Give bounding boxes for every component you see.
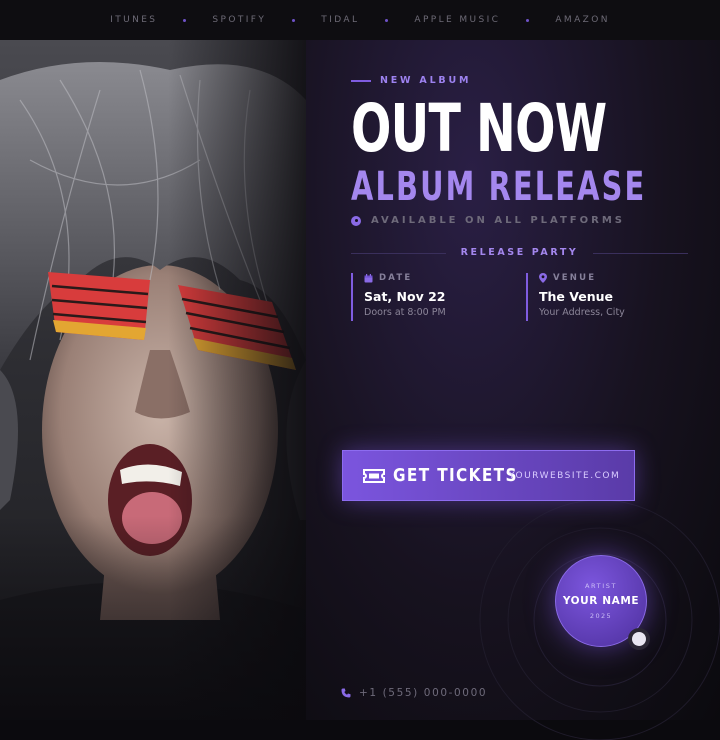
artist-label: ARTIST bbox=[584, 582, 618, 590]
badge-knob bbox=[628, 628, 650, 650]
doors-time: Doors at 8:00 PM bbox=[364, 307, 446, 318]
contact-phone[interactable]: +1 (555) 000-0000 bbox=[341, 687, 487, 699]
ticket-icon bbox=[363, 468, 385, 483]
nav-separator-dot bbox=[292, 18, 296, 22]
photo-fade-overlay bbox=[0, 40, 306, 720]
eyebrow: NEW ALBUM bbox=[351, 75, 471, 86]
website-url: YOURWEBSITE.COM bbox=[509, 471, 621, 481]
venue-name: The Venue bbox=[539, 289, 613, 304]
hero-title: OUT NOW bbox=[351, 90, 607, 167]
nav-link-amazon[interactable]: AMAZON bbox=[555, 15, 609, 25]
disc-icon bbox=[351, 215, 361, 226]
platforms-line: AVAILABLE ON ALL PLATFORMS bbox=[351, 215, 625, 226]
divider-rule-right bbox=[593, 253, 688, 254]
date-block: DATE Sat, Nov 22 Doors at 8:00 PM bbox=[351, 273, 446, 321]
nav-separator-dot bbox=[385, 18, 389, 22]
eyebrow-line bbox=[351, 79, 371, 82]
map-pin-icon bbox=[539, 273, 547, 283]
release-party-divider: RELEASE PARTY bbox=[351, 247, 688, 259]
platform-nav: ITUNES SPOTIFY TIDAL APPLE MUSIC AMAZON bbox=[0, 0, 720, 41]
venue-block: VENUE The Venue Your Address, City bbox=[526, 273, 625, 321]
venue-address: Your Address, City bbox=[539, 307, 625, 318]
nav-link-tidal[interactable]: TIDAL bbox=[321, 15, 359, 25]
date-label: DATE bbox=[379, 273, 413, 283]
artist-photo bbox=[0, 40, 306, 720]
artist-year: 2025 bbox=[589, 612, 613, 620]
nav-separator-dot bbox=[526, 18, 530, 22]
date-value: Sat, Nov 22 bbox=[364, 289, 446, 304]
phone-icon bbox=[341, 688, 351, 698]
artist-name: YOUR NAME bbox=[562, 595, 640, 607]
nav-link-spotify[interactable]: SPOTIFY bbox=[212, 15, 266, 25]
venue-label: VENUE bbox=[553, 273, 597, 283]
platforms-label: AVAILABLE ON ALL PLATFORMS bbox=[371, 215, 625, 226]
calendar-icon bbox=[364, 273, 373, 282]
hero-subtitle: ALBUM RELEASE bbox=[351, 164, 647, 210]
nav-link-itunes[interactable]: ITUNES bbox=[110, 15, 157, 25]
get-tickets-button[interactable]: GET TICKETS YOURWEBSITE.COM bbox=[342, 450, 635, 501]
get-tickets-label: GET TICKETS bbox=[393, 465, 518, 486]
nav-separator-dot bbox=[183, 18, 187, 22]
phone-number: +1 (555) 000-0000 bbox=[359, 687, 488, 699]
nav-link-apple-music[interactable]: APPLE MUSIC bbox=[414, 15, 500, 25]
eyebrow-label: NEW ALBUM bbox=[380, 75, 472, 86]
